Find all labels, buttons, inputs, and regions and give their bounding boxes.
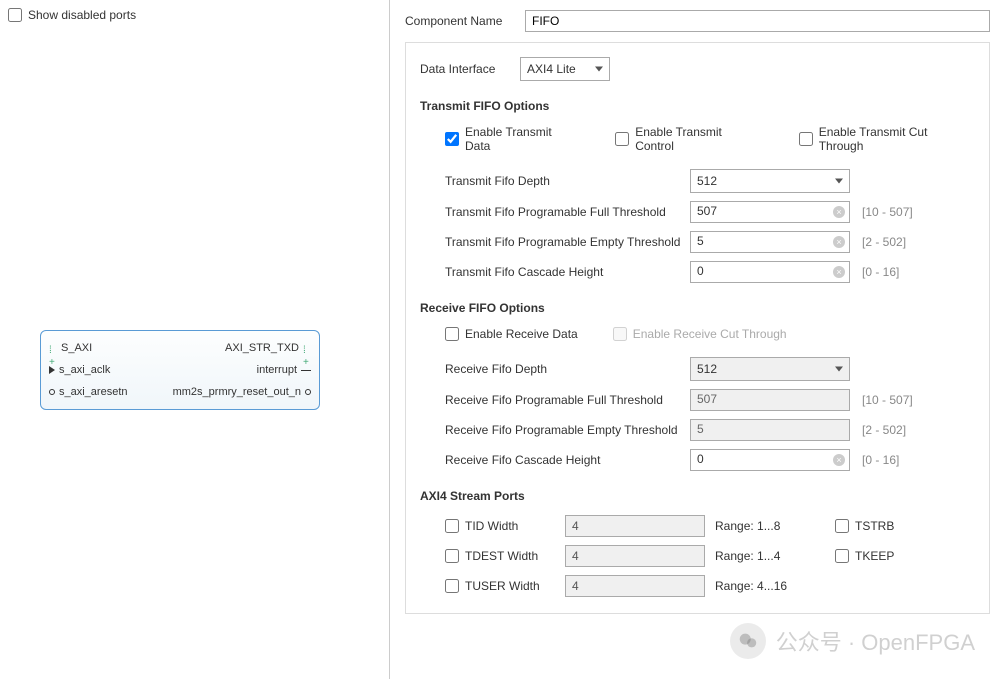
- ip-block-diagram: S_AXI AXI_STR_TXD s_axi_aclk interrupt s…: [40, 330, 320, 410]
- data-interface-value: AXI4 Lite: [527, 62, 576, 76]
- tx-cascade-value: 0: [697, 264, 704, 278]
- tx-empty-input[interactable]: 5 ×: [690, 231, 850, 253]
- tuser-width-label: TUSER Width: [465, 579, 540, 593]
- rx-empty-range: [2 - 502]: [862, 423, 906, 437]
- tid-width-label: TID Width: [465, 519, 518, 533]
- dot-icon: [49, 389, 55, 395]
- enable-transmit-control-label: Enable Transmit Control: [635, 125, 764, 153]
- rx-depth-select: 512: [690, 357, 850, 381]
- tx-empty-value: 5: [697, 234, 704, 248]
- component-name-label: Component Name: [405, 14, 515, 28]
- chevron-down-icon: [595, 67, 603, 72]
- rx-empty-label: Receive Fifo Programable Empty Threshold: [445, 423, 690, 437]
- stream-section-title: AXI4 Stream Ports: [420, 489, 975, 503]
- tkeep-label: TKEEP: [855, 549, 894, 563]
- tx-cascade-label: Transmit Fifo Cascade Height: [445, 265, 690, 279]
- data-interface-select[interactable]: AXI4 Lite: [520, 57, 610, 81]
- data-interface-label: Data Interface: [420, 62, 510, 76]
- transmit-section-title: Transmit FIFO Options: [420, 99, 975, 113]
- tdest-width-label: TDEST Width: [465, 549, 538, 563]
- tid-range: Range: 1...8: [715, 519, 815, 533]
- tx-depth-label: Transmit Fifo Depth: [445, 174, 690, 188]
- enable-transmit-cut-checkbox[interactable]: [799, 132, 813, 146]
- tkeep-checkbox[interactable]: [835, 549, 849, 563]
- config-panel: Component Name Data Interface AXI4 Lite …: [390, 0, 1005, 679]
- port-interrupt: interrupt: [257, 364, 297, 376]
- enable-receive-cut-checkbox: [613, 327, 627, 341]
- rx-cascade-value: 0: [697, 452, 704, 466]
- rx-empty-value: 5: [697, 422, 704, 436]
- port-axi-str-txd: AXI_STR_TXD: [225, 342, 299, 354]
- rx-depth-label: Receive Fifo Depth: [445, 362, 690, 376]
- line-icon: [301, 370, 311, 371]
- tuser-width-checkbox[interactable]: [445, 579, 459, 593]
- chevron-down-icon: [835, 367, 843, 372]
- tid-width-input: [565, 515, 705, 537]
- port-s-axi-aclk: s_axi_aclk: [59, 364, 110, 376]
- show-disabled-ports-checkbox[interactable]: [8, 8, 22, 22]
- tx-empty-label: Transmit Fifo Programable Empty Threshol…: [445, 235, 690, 249]
- arrow-in-icon: [49, 366, 55, 374]
- tdest-range: Range: 1...4: [715, 549, 815, 563]
- clear-icon[interactable]: ×: [833, 266, 845, 278]
- tx-depth-select[interactable]: 512: [690, 169, 850, 193]
- tx-full-value: 507: [697, 204, 717, 218]
- preview-panel: Show disabled ports S_AXI AXI_STR_TXD s_…: [0, 0, 390, 679]
- tid-width-checkbox[interactable]: [445, 519, 459, 533]
- enable-transmit-control-checkbox[interactable]: [615, 132, 629, 146]
- enable-receive-cut-label: Enable Receive Cut Through: [633, 327, 787, 341]
- dot-icon: [305, 389, 311, 395]
- component-name-input[interactable]: [525, 10, 990, 32]
- bus-icon: [303, 344, 311, 352]
- tdest-width-input: [565, 545, 705, 567]
- enable-receive-data-checkbox[interactable]: [445, 327, 459, 341]
- show-disabled-ports-label: Show disabled ports: [28, 8, 136, 22]
- rx-full-input: 507: [690, 389, 850, 411]
- rx-cascade-input[interactable]: 0 ×: [690, 449, 850, 471]
- tstrb-label: TSTRB: [855, 519, 894, 533]
- enable-transmit-data-checkbox[interactable]: [445, 132, 459, 146]
- rx-full-range: [10 - 507]: [862, 393, 913, 407]
- tx-full-label: Transmit Fifo Programable Full Threshold: [445, 205, 690, 219]
- tx-cascade-range: [0 - 16]: [862, 265, 899, 279]
- enable-receive-data-label: Enable Receive Data: [465, 327, 578, 341]
- tdest-width-checkbox[interactable]: [445, 549, 459, 563]
- rx-full-label: Receive Fifo Programable Full Threshold: [445, 393, 690, 407]
- receive-section-title: Receive FIFO Options: [420, 301, 975, 315]
- clear-icon[interactable]: ×: [833, 236, 845, 248]
- chevron-down-icon: [835, 179, 843, 184]
- tx-full-range: [10 - 507]: [862, 205, 913, 219]
- port-mm2s-reset: mm2s_prmry_reset_out_n: [173, 386, 301, 398]
- bus-icon: [49, 344, 57, 352]
- port-s-axi: S_AXI: [61, 342, 92, 354]
- tx-cascade-input[interactable]: 0 ×: [690, 261, 850, 283]
- tx-depth-value: 512: [697, 174, 717, 188]
- tuser-range: Range: 4...16: [715, 579, 815, 593]
- tstrb-checkbox[interactable]: [835, 519, 849, 533]
- rx-empty-input: 5: [690, 419, 850, 441]
- enable-transmit-cut-label: Enable Transmit Cut Through: [819, 125, 975, 153]
- rx-full-value: 507: [697, 392, 717, 406]
- clear-icon[interactable]: ×: [833, 206, 845, 218]
- port-s-axi-aresetn: s_axi_aresetn: [59, 386, 128, 398]
- rx-cascade-label: Receive Fifo Cascade Height: [445, 453, 690, 467]
- rx-cascade-range: [0 - 16]: [862, 453, 899, 467]
- tuser-width-input: [565, 575, 705, 597]
- tx-full-input[interactable]: 507 ×: [690, 201, 850, 223]
- enable-transmit-data-label: Enable Transmit Data: [465, 125, 580, 153]
- rx-depth-value: 512: [697, 362, 717, 376]
- clear-icon[interactable]: ×: [833, 454, 845, 466]
- tx-empty-range: [2 - 502]: [862, 235, 906, 249]
